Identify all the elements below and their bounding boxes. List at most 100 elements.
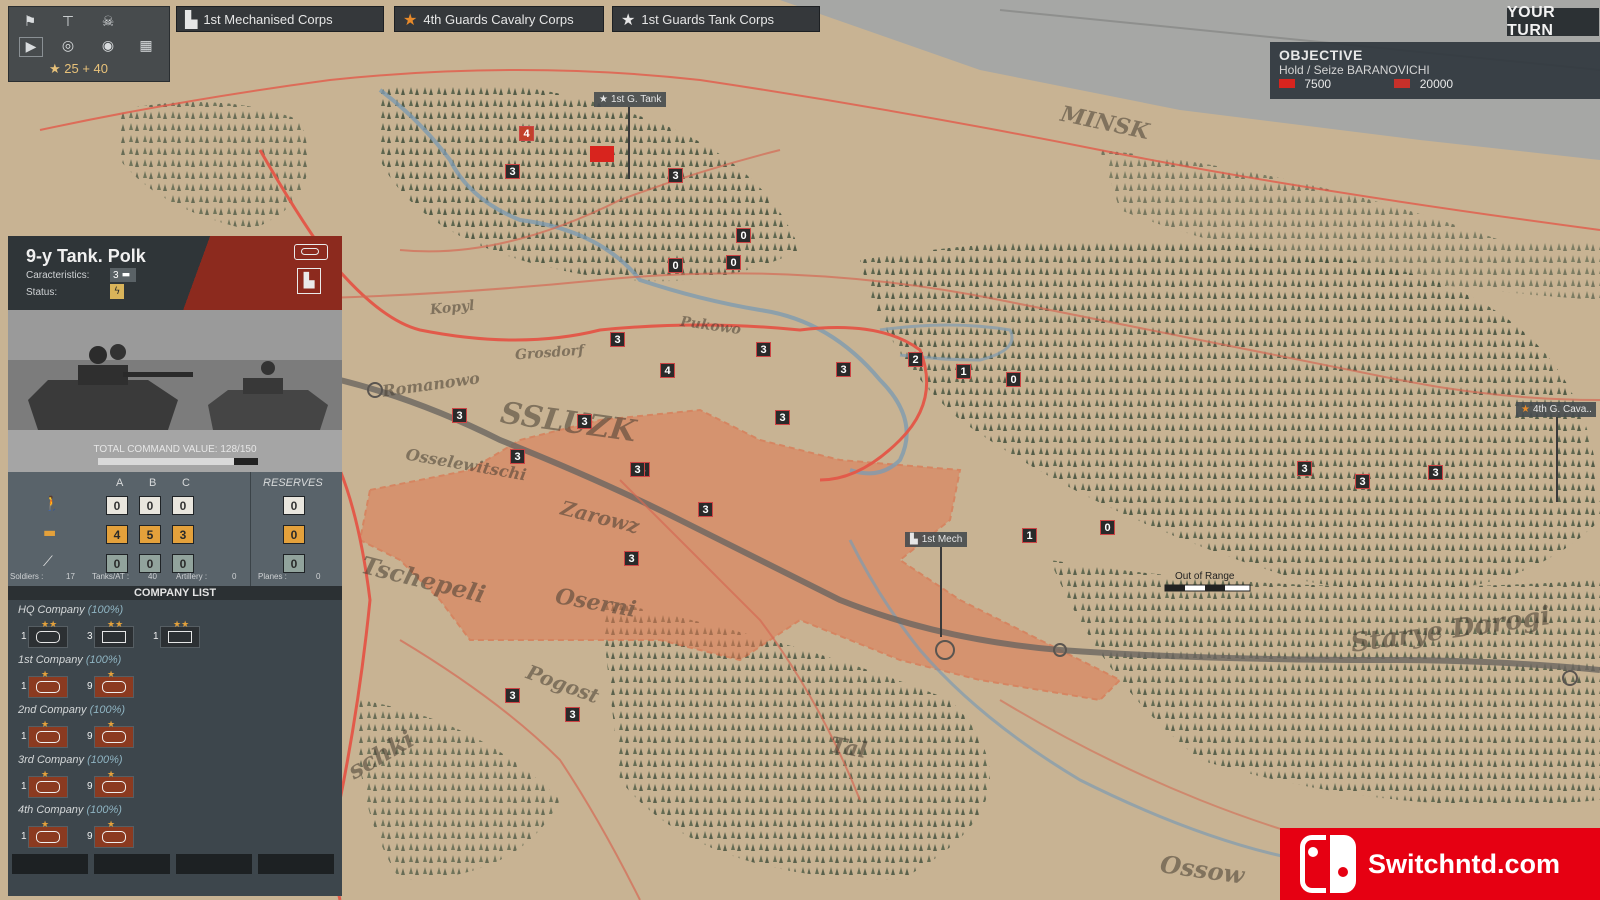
rank-stars: ★★	[41, 619, 58, 629]
unit-counter[interactable]: 0	[1006, 372, 1021, 387]
company-1-tank-icon[interactable]: 1 ★	[21, 669, 68, 698]
corps-tab-label: 1st Mechanised Corps	[203, 11, 333, 27]
unit-counter[interactable]: 0	[668, 258, 683, 273]
hq-flag-pole	[1556, 417, 1558, 502]
rank-stars: ★	[41, 769, 50, 779]
tank-symbol-icon	[36, 831, 60, 843]
unit-counter[interactable]: 3	[624, 551, 639, 566]
infantry-c: 0	[172, 496, 194, 515]
company-4-tank-icon[interactable]: 9 ★	[87, 819, 134, 848]
infantry-reserve: 0	[283, 496, 305, 515]
unit-counter[interactable]: 1	[956, 364, 971, 379]
unit-count: 9	[87, 831, 93, 842]
unit-counter[interactable]: 3	[1297, 461, 1312, 476]
unit-counter[interactable]: 3	[836, 362, 851, 377]
skull-icon[interactable]: ☠	[97, 13, 119, 31]
unit-counter[interactable]: 3	[565, 707, 580, 722]
hq-company-at-icon[interactable]: 1 ★★	[153, 619, 200, 648]
unit-counter[interactable]: 3	[452, 408, 467, 423]
unit-count: 9	[87, 731, 93, 742]
unit-count: 9	[87, 781, 93, 792]
unit-photo: TOTAL COMMAND VALUE: 128/150	[8, 310, 342, 472]
company-name-1st: 1st Company (100%)	[18, 654, 121, 666]
hq-flag-4th-guards-cavalry[interactable]: ★ 4th G. Cava...	[1516, 402, 1596, 417]
unit-counter[interactable]: 4	[660, 363, 675, 378]
unit-counter[interactable]: 2	[908, 352, 923, 367]
company-list-title: COMPANY LIST	[8, 586, 342, 600]
company-strength: (100%)	[85, 654, 122, 666]
company-3-tank-icon[interactable]: 1 ★	[21, 769, 68, 798]
strength-table: A B C RESERVES 🚶 0 0 0 0 ▬ 4 5 3 0 ⟋ 0 0…	[8, 472, 342, 586]
grid-icon[interactable]: ▦	[135, 37, 157, 55]
company-2-tank-icon[interactable]: 1 ★	[21, 719, 68, 748]
binoculars-icon[interactable]: ◉	[97, 37, 119, 55]
orange-star-icon: ★	[1521, 404, 1530, 415]
rank-stars: ★★	[107, 619, 124, 629]
corps-tab-label: 4th Guards Cavalry Corps	[423, 11, 574, 27]
planes-value: 0	[316, 572, 321, 581]
hq-flag-label: 1st Mech	[921, 534, 963, 545]
unit-counter[interactable]: 1	[1022, 528, 1037, 543]
rank-stars: ★★	[173, 619, 190, 629]
unit-counter[interactable]: 0	[736, 228, 751, 243]
unit-counter[interactable]: 3	[505, 164, 520, 179]
end-turn-button[interactable]: YOUR TURN	[1507, 4, 1599, 39]
tank-symbol-icon	[102, 681, 126, 693]
unit-counter[interactable]: 4	[519, 126, 534, 141]
company-1-tank-icon[interactable]: 9 ★	[87, 669, 134, 698]
corps-tab-label: 1st Guards Tank Corps	[641, 11, 775, 27]
rank-stars: ★	[41, 819, 50, 829]
characteristics-value: 3 ▬	[110, 268, 136, 282]
corps-tab-4th-guards-cavalry[interactable]: ★ 4th Guards Cavalry Corps	[394, 6, 604, 32]
eye-icon[interactable]: ◎	[57, 37, 79, 55]
unit-count: 3	[87, 631, 93, 642]
company-label: 3rd Company	[18, 754, 85, 766]
corps-tab-1st-guards-tank[interactable]: ★ 1st Guards Tank Corps	[612, 6, 820, 32]
hq-flag-1st-guards-tank[interactable]: ★ 1st G. Tank	[594, 92, 667, 107]
unit-counter[interactable]: 0	[726, 255, 741, 270]
unit-count: 1	[21, 681, 27, 692]
column-divider	[250, 472, 251, 586]
panel-tab[interactable]	[12, 854, 88, 874]
hq-company-at-icon[interactable]: 3 ★★	[87, 619, 134, 648]
tank-symbol-icon	[102, 831, 126, 843]
soldiers-label: Soldiers :	[10, 572, 44, 581]
panel-tab[interactable]	[258, 854, 334, 874]
hq-company-tank-icon[interactable]: 1 ★★	[21, 619, 68, 648]
unit-counter[interactable]: 3	[577, 414, 592, 429]
hq-flag-1st-mech[interactable]: ▙ 1st Mech	[905, 532, 968, 547]
org-chart-icon[interactable]: ⊤	[57, 13, 79, 31]
anti-tank-symbol-icon	[168, 631, 192, 643]
unit-counter[interactable]: 3	[510, 449, 525, 464]
tank-reserve: 0	[283, 525, 305, 544]
company-3-tank-icon[interactable]: 9 ★	[87, 769, 134, 798]
objective-values: 7500 20000	[1279, 77, 1591, 91]
play-icon[interactable]: ▶	[19, 37, 43, 57]
unit-counter[interactable]: 3	[698, 502, 713, 517]
infantry-b: 0	[139, 496, 161, 515]
unit-counter[interactable]: 3	[1428, 465, 1443, 480]
unit-name: 9-y Tank. Polk	[26, 246, 146, 266]
panel-tab[interactable]	[94, 854, 170, 874]
unit-counter[interactable]: 3	[630, 462, 645, 477]
hq-flag-label: 1st G. Tank	[610, 94, 662, 105]
unit-counter[interactable]: 3	[610, 332, 625, 347]
flag-icon[interactable]: ⚑	[19, 13, 41, 31]
unit-counter[interactable]: 3	[668, 168, 683, 183]
unit-counter[interactable]: 3	[756, 342, 771, 357]
unit-counter[interactable]: 3	[775, 410, 790, 425]
tanks-value: 40	[148, 572, 157, 581]
command-value-fill	[98, 458, 235, 465]
unit-panel: 9-y Tank. Polk Caracteristics: 3 ▬ Statu…	[8, 236, 342, 896]
company-2-tank-icon[interactable]: 9 ★	[87, 719, 134, 748]
objective-subtitle: Hold / Seize BARANOVICHI	[1279, 63, 1430, 77]
corps-tab-1st-mechanised[interactable]: ▙ 1st Mechanised Corps	[176, 6, 384, 32]
unit-counter[interactable]: 3	[1355, 474, 1370, 489]
unit-counter[interactable]: 3	[505, 688, 520, 703]
panel-tab[interactable]	[176, 854, 252, 874]
unit-counter[interactable]: 0	[1100, 520, 1115, 535]
hq-flag-label: 4th G. Cava...	[1532, 404, 1591, 415]
company-4-tank-icon[interactable]: 1 ★	[21, 819, 68, 848]
hq-flag-pole	[940, 547, 942, 637]
status-label: Status:	[26, 287, 58, 298]
